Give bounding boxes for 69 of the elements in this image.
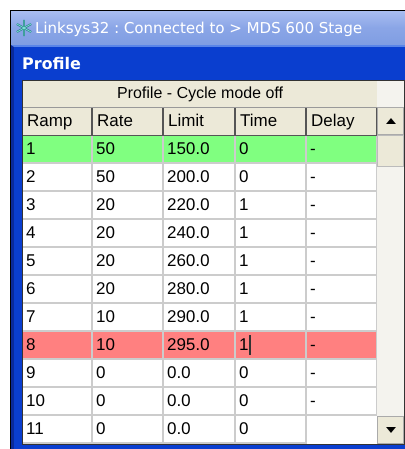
table-cell-text: 240.0 <box>167 222 210 244</box>
scrollbar[interactable] <box>377 81 404 444</box>
window-title: Linksys32 : Connected to > MDS 600 Stage <box>35 19 362 37</box>
table-cell-text: 0 <box>96 390 106 412</box>
table-cell-text: 20 <box>96 222 115 244</box>
table-cell-text: 280.0 <box>167 278 210 300</box>
table-cell-text: 1 <box>239 195 250 215</box>
table-cell-text: - <box>310 166 316 188</box>
table-cell-text: 1 <box>239 223 250 243</box>
table-cell-text: 200.0 <box>167 166 210 188</box>
down-arrow-icon <box>386 427 396 433</box>
table-cell-text: 3 <box>26 194 36 216</box>
column-header[interactable]: Rate <box>93 108 164 136</box>
table-cell-text: 11 <box>26 418 44 440</box>
table-cell-text: - <box>310 278 316 300</box>
table-cell: 1 <box>239 335 252 355</box>
table-cell-text: 0.0 <box>167 390 191 412</box>
column-header[interactable]: Delay <box>307 108 377 136</box>
table-cell-text: 0.0 <box>167 362 191 384</box>
up-arrow-icon <box>386 118 396 124</box>
table-cell-text: 0 <box>239 419 250 439</box>
table-caption: Profile - Cycle mode off <box>23 81 377 108</box>
table-cell-text: 1 <box>26 138 36 160</box>
table-cell-text: 1 <box>239 279 250 299</box>
table-cell-text: 9 <box>26 362 36 384</box>
table-cell-text: 20 <box>96 194 115 216</box>
table-cell-text: 0 <box>239 167 250 187</box>
table-cell-text: 8 <box>26 334 36 356</box>
table-cell-text: 0.0 <box>167 418 191 440</box>
table-cell-text: 0 <box>239 391 250 411</box>
table-cell-text: 20 <box>96 278 115 300</box>
table-cell-text: 150.0 <box>167 138 210 160</box>
table-cell-text: 20 <box>96 250 115 272</box>
panel-title: Profile <box>22 54 81 73</box>
table-cell-text: 295.0 <box>167 334 210 356</box>
table-cell-text: - <box>310 306 316 328</box>
table-cell-text: - <box>310 194 316 216</box>
table-cell-text: 2 <box>26 166 36 188</box>
table-cell-text: - <box>310 138 316 160</box>
scroll-thumb[interactable] <box>377 135 404 167</box>
column-header[interactable]: Limit <box>164 108 236 136</box>
table-cell-text: 7 <box>26 306 36 328</box>
table-cell-text: 10 <box>26 390 45 412</box>
table-cell-text: 1 <box>239 307 250 327</box>
table-cell-text: 0 <box>96 418 106 440</box>
table-cell-text: 4 <box>26 222 36 244</box>
table-cell-text: - <box>310 334 316 356</box>
table-cell-text: 50 <box>96 166 115 188</box>
table-cell-text: 10 <box>96 306 115 328</box>
table-cell-text: - <box>310 222 316 244</box>
table-cell-text: 50 <box>96 138 115 160</box>
table-cell-text: 5 <box>26 250 36 272</box>
scroll-down-button[interactable] <box>377 416 404 444</box>
table-cell-text: 290.0 <box>167 306 210 328</box>
table-cell-text: 10 <box>96 334 115 356</box>
table-cell-text: 0 <box>239 363 250 383</box>
scroll-up-button[interactable] <box>377 107 404 135</box>
table-cell-text: 0 <box>239 139 250 159</box>
table-cell-text: 220.0 <box>167 194 210 216</box>
column-header[interactable]: Time <box>236 108 307 136</box>
snowflake-icon <box>15 19 33 37</box>
table-cell-text: 1 <box>239 251 250 271</box>
column-header[interactable]: Ramp <box>23 108 93 136</box>
table-cell-text: 260.0 <box>167 250 210 272</box>
table-cell-text: 0 <box>96 362 106 384</box>
table-cell-text: 6 <box>26 278 36 300</box>
table-cell-text: - <box>310 362 316 384</box>
table-cell-text: - <box>310 390 316 412</box>
table-cell-text: - <box>310 250 316 272</box>
